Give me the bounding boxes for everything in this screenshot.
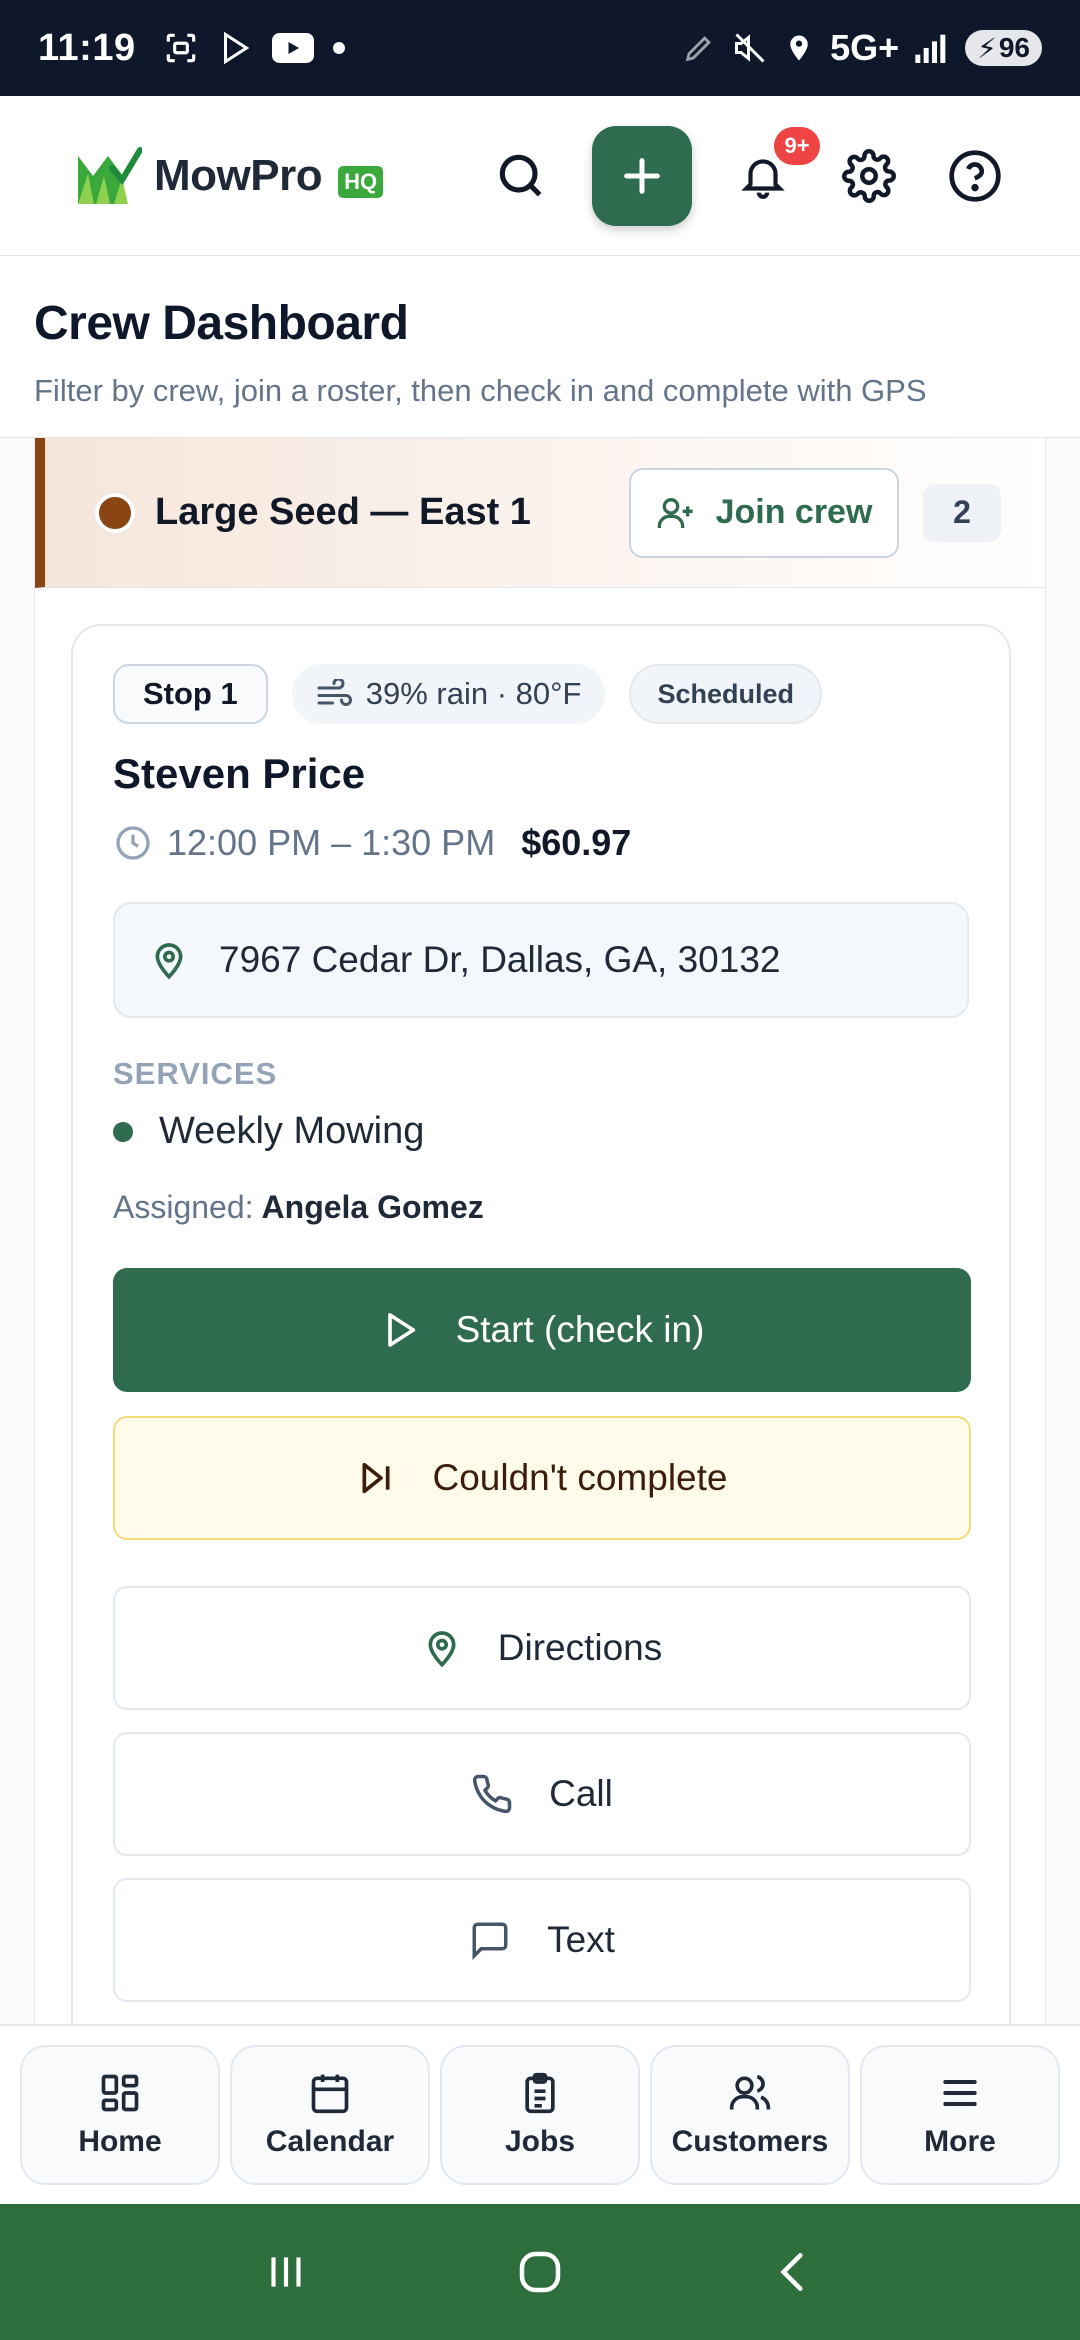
clipboard-icon	[525, 2072, 555, 2114]
grid-icon	[101, 2074, 139, 2112]
services-heading: SERVICES	[113, 1056, 278, 1091]
charging-icon: ⚡	[977, 32, 997, 64]
couldnt-complete-label: Couldn't complete	[432, 1457, 728, 1498]
notifications-button[interactable]: 9+	[728, 126, 820, 211]
text-label: Text	[547, 1919, 615, 1960]
call-button[interactable]: Call	[113, 1732, 971, 1856]
nav-calendar-label: Calendar	[265, 2125, 395, 2158]
status-notification-icons	[162, 29, 346, 67]
nav-calendar[interactable]: Calendar	[230, 2045, 430, 2185]
home-nav-icon[interactable]	[513, 2245, 567, 2299]
crew-card: Large Seed — East 1 Join crew 2 Stop 1 3…	[34, 438, 1046, 2024]
user-plus-icon	[657, 497, 693, 528]
nav-more-label: More	[924, 2125, 996, 2158]
address-box[interactable]: 7967 Cedar Dr, Dallas, GA, 30132	[113, 902, 969, 1018]
message-icon	[472, 1922, 508, 1960]
logo-text: MowPro	[154, 150, 323, 200]
assigned-label: Assigned:	[113, 1189, 254, 1225]
service-label: Weekly Mowing	[159, 1110, 425, 1152]
mowpro-logo-icon	[78, 146, 142, 204]
add-button[interactable]	[592, 125, 692, 226]
directions-button[interactable]: Directions	[113, 1586, 971, 1710]
status-badge: Scheduled	[629, 664, 822, 724]
stop-card: Stop 1 39% rain · 80°F Scheduled Steven …	[71, 624, 1011, 2024]
bottom-navigation: Home Calendar Jobs Customers More	[0, 2024, 1080, 2204]
nav-jobs[interactable]: Jobs	[440, 2045, 640, 2185]
dot-icon	[332, 42, 345, 54]
system-navigation-bar	[0, 2204, 1080, 2340]
status-time: 11:19	[38, 26, 136, 69]
signal-icon	[915, 34, 946, 63]
main-content[interactable]: Large Seed — East 1 Join crew 2 Stop 1 3…	[0, 438, 1080, 2024]
time-row: 12:00 PM – 1:30 PM $60.97	[113, 822, 969, 864]
status-bar: 11:19 5G+ ⚡ 96	[0, 0, 1080, 96]
address-text: 7967 Cedar Dr, Dallas, GA, 30132	[219, 939, 781, 980]
join-crew-label: Join crew	[715, 493, 873, 531]
help-button[interactable]	[940, 141, 1010, 211]
customer-name: Steven Price	[113, 750, 366, 797]
crew-count-badge: 2	[923, 483, 1001, 542]
text-button[interactable]: Text	[113, 1878, 971, 2002]
weather-text: 39% rain · 80°F	[365, 676, 582, 711]
map-pin-icon	[155, 943, 183, 980]
call-label: Call	[549, 1773, 613, 1814]
battery-indicator: ⚡ 96	[965, 30, 1042, 66]
search-icon	[499, 154, 542, 196]
battery-level: 96	[998, 32, 1030, 63]
page-header: Crew Dashboard Filter by crew, join a ro…	[0, 256, 1080, 438]
start-label: Start (check in)	[455, 1309, 705, 1350]
app-logo[interactable]: MowPro HQ	[76, 146, 384, 206]
stop-chips: Stop 1 39% rain · 80°F Scheduled	[113, 664, 969, 724]
notifications-badge: 9+	[774, 126, 820, 165]
wind-icon	[317, 679, 352, 706]
phone-icon	[473, 1774, 512, 1814]
nav-more[interactable]: More	[860, 2045, 1060, 2185]
weather-chip: 39% rain · 80°F	[291, 664, 606, 724]
stop-number-chip: Stop 1	[113, 664, 268, 724]
page-title: Crew Dashboard	[34, 297, 409, 350]
back-icon[interactable]	[769, 2247, 819, 2297]
crew-header: Large Seed — East 1 Join crew 2	[35, 438, 1045, 588]
screenshot-icon	[166, 33, 195, 63]
skip-forward-icon	[362, 1462, 390, 1494]
mute-icon	[735, 33, 765, 63]
play-icon	[387, 1313, 415, 1347]
directions-label: Directions	[497, 1627, 663, 1668]
map-pin-icon	[428, 1631, 456, 1668]
search-button[interactable]	[486, 141, 556, 211]
nav-customers[interactable]: Customers	[650, 2045, 850, 2185]
nav-home[interactable]: Home	[20, 2045, 220, 2185]
location-icon	[790, 35, 808, 61]
join-crew-button[interactable]: Join crew	[629, 467, 899, 558]
users-icon	[729, 2074, 771, 2110]
plus-icon	[624, 157, 660, 194]
job-price: $60.97	[521, 822, 632, 863]
calendar-icon	[311, 2074, 349, 2114]
app-header: MowPro HQ 9+	[0, 96, 1080, 256]
crew-name: Large Seed — East 1	[155, 491, 531, 533]
clock-icon	[116, 826, 150, 860]
network-label: 5G+	[830, 27, 900, 68]
nav-jobs-label: Jobs	[504, 2125, 576, 2158]
assigned-row: Assigned: Angela Gomez	[113, 1189, 969, 1226]
recent-apps-icon[interactable]	[261, 2247, 311, 2297]
logo-badge: HQ	[338, 165, 384, 198]
service-bullet	[113, 1121, 133, 1142]
settings-button[interactable]	[834, 141, 904, 211]
crew-color-dot	[95, 492, 135, 533]
page-subtitle: Filter by crew, join a roster, then chec…	[34, 373, 927, 408]
play-store-icon	[223, 31, 249, 65]
youtube-icon	[271, 33, 314, 63]
service-item: Weekly Mowing	[113, 1110, 969, 1153]
gear-icon	[842, 148, 896, 203]
pen-icon	[685, 36, 712, 62]
assigned-person: Angela Gomez	[261, 1189, 484, 1225]
help-icon	[949, 149, 1001, 202]
menu-icon	[943, 2079, 977, 2107]
nav-customers-label: Customers	[671, 2125, 829, 2158]
nav-home-label: Home	[78, 2125, 162, 2158]
time-window: 12:00 PM – 1:30 PM	[167, 822, 496, 863]
couldnt-complete-button[interactable]: Couldn't complete	[113, 1416, 971, 1540]
start-check-in-button[interactable]: Start (check in)	[113, 1268, 971, 1392]
